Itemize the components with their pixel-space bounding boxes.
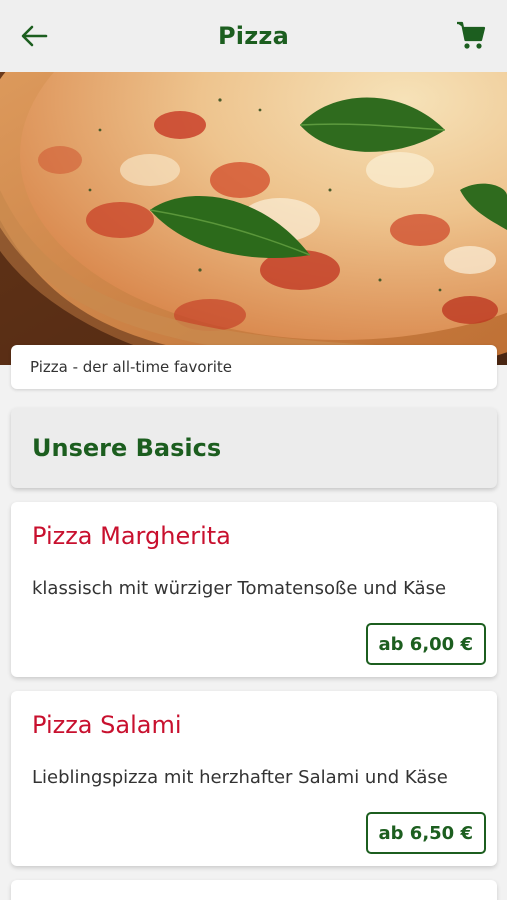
product-description: Lieblingspizza mit herzhafter Salami und… xyxy=(32,767,448,788)
product-name: Pizza Salami xyxy=(32,711,182,739)
section-header-basics: Unsere Basics xyxy=(11,408,497,488)
product-description: klassisch mit würziger Tomatensoße und K… xyxy=(32,578,447,599)
product-name: Pizza Margherita xyxy=(32,522,231,550)
price-button[interactable]: ab 6,00 € xyxy=(365,623,486,665)
product-card-salami[interactable]: Pizza Salami Lieblingspizza mit herzhaft… xyxy=(11,691,497,866)
page-title: Pizza xyxy=(218,22,289,50)
arrow-left-icon[interactable] xyxy=(18,20,50,52)
product-card-next[interactable] xyxy=(11,880,497,900)
product-card-margherita[interactable]: Pizza Margherita klassisch mit würziger … xyxy=(11,502,497,677)
app-root: Pizza Pizza - der all-time favorite Unse… xyxy=(0,0,507,900)
price-button[interactable]: ab 6,50 € xyxy=(365,812,486,854)
category-caption: Pizza - der all-time favorite xyxy=(11,345,497,389)
pizza-hero-image xyxy=(0,70,507,365)
shopping-cart-icon[interactable] xyxy=(455,19,487,51)
section-title: Unsere Basics xyxy=(32,434,222,462)
top-app-bar: Pizza xyxy=(0,0,507,72)
